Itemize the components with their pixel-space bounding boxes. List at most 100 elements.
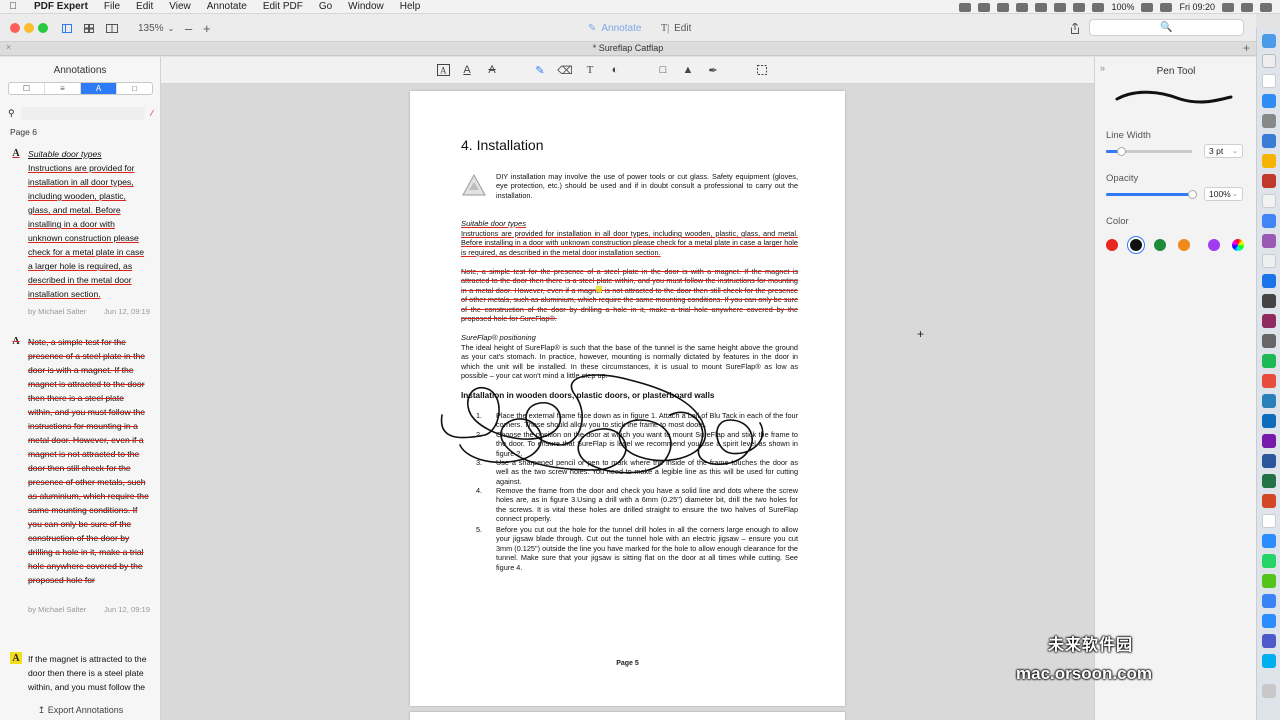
annotations-search-input[interactable] [20, 106, 146, 120]
status-icon[interactable] [959, 2, 972, 12]
tab-document-title[interactable]: * Sureflap Catflap [0, 43, 1256, 53]
line-width-select[interactable]: 3 pt ⌄ [1204, 144, 1243, 158]
stamp-tool-icon[interactable]: ▲ [681, 63, 695, 77]
line-width-slider[interactable] [1106, 147, 1192, 156]
wifi-icon[interactable] [1073, 2, 1086, 12]
slider-knob[interactable] [1117, 147, 1126, 156]
opacity-slider[interactable] [1106, 190, 1197, 199]
color-swatch-orange[interactable] [1178, 239, 1190, 251]
strikeout-tool-icon[interactable]: A [485, 63, 499, 77]
signature-tool-icon[interactable]: ✒ [706, 63, 720, 77]
zoom-window-button[interactable] [38, 23, 48, 33]
select-area-tool-icon[interactable] [755, 63, 769, 77]
onenote-icon[interactable] [1262, 434, 1276, 448]
indesign-icon[interactable] [1262, 314, 1276, 328]
menu-app-name[interactable]: PDF Expert [26, 1, 96, 12]
user-icon[interactable] [1241, 2, 1253, 12]
cloud-icon[interactable] [1035, 2, 1048, 12]
highlight-text-tool-icon[interactable]: A [436, 63, 450, 77]
app-icon[interactable] [1262, 154, 1276, 168]
page-layout-icon[interactable] [106, 20, 118, 36]
app-icon[interactable] [1262, 534, 1276, 548]
annotations-search[interactable]: ⚲ ∕ [8, 106, 153, 120]
app-icon[interactable] [1262, 274, 1276, 288]
menu-view[interactable]: View [161, 1, 199, 12]
trash-icon[interactable] [1262, 684, 1276, 698]
app-icon[interactable] [1262, 334, 1276, 348]
document-viewport[interactable]: 4. Installation DIY installation may inv… [161, 84, 1094, 720]
warning-text[interactable]: DIY installation may involve the use of … [496, 172, 798, 200]
menu-edit[interactable]: Edit [128, 1, 161, 12]
menu-go[interactable]: Go [311, 1, 340, 12]
skype-icon[interactable] [1262, 654, 1276, 668]
color-picker-icon[interactable] [1232, 239, 1244, 251]
zoom-app-icon[interactable] [1262, 614, 1276, 628]
pen-tool-icon[interactable]: ✎ [533, 63, 547, 77]
door-types-title[interactable]: Suitable door types [461, 219, 526, 228]
slider-knob[interactable] [1188, 190, 1197, 199]
thumbnails-grid-icon[interactable] [84, 20, 94, 36]
underline-tool-icon[interactable]: A [460, 63, 474, 77]
annotation-item-highlight[interactable]: A If the magnet is attracted to the door… [10, 652, 150, 698]
menu-window[interactable]: Window [340, 1, 392, 12]
annotation-item-underline[interactable]: A Suitable door types Instructions are p… [10, 147, 150, 317]
annotate-mode-button[interactable]: ✎ Annotate [588, 20, 641, 36]
positioning-title[interactable]: SureFlap® positioning [461, 333, 536, 342]
sidebar-toggle-icon[interactable] [62, 20, 72, 36]
zoom-select[interactable]: 135% ⌄ [138, 20, 178, 36]
door-types-text[interactable]: Instructions are provided for installati… [461, 229, 798, 257]
filter-icon[interactable]: ∕ [151, 108, 153, 118]
app-icon[interactable] [1262, 174, 1276, 188]
pdf-expert-icon[interactable] [1262, 134, 1276, 148]
finder-icon[interactable] [1262, 34, 1276, 48]
battery-icon[interactable] [1141, 2, 1154, 12]
export-annotations-button[interactable]: ↥ Export Annotations [0, 705, 160, 716]
teams-icon[interactable] [1262, 634, 1276, 648]
pdf-page[interactable]: 4. Installation DIY installation may inv… [410, 91, 845, 706]
wechat-icon[interactable] [1262, 574, 1276, 588]
annotation-item-strikeout[interactable]: A Note, a simple test for the presence o… [10, 335, 150, 615]
word-icon[interactable] [1262, 454, 1276, 468]
spotlight-icon[interactable] [1222, 2, 1234, 12]
status-icon[interactable] [1016, 2, 1029, 12]
app-icon[interactable] [1262, 254, 1276, 268]
color-swatch-green[interactable] [1154, 239, 1166, 251]
app-store-icon[interactable] [1262, 94, 1276, 108]
apple-menu-icon[interactable]:  [0, 1, 26, 12]
photos-icon[interactable] [1262, 74, 1276, 88]
color-swatch-black[interactable] [1130, 239, 1142, 251]
color-swatch-purple[interactable] [1208, 239, 1220, 251]
outlook-icon[interactable] [1262, 414, 1276, 428]
spotify-icon[interactable] [1262, 354, 1276, 368]
excel-icon[interactable] [1262, 474, 1276, 488]
opacity-select[interactable]: 100% ⌄ [1204, 187, 1243, 201]
app-icon[interactable] [1262, 594, 1276, 608]
menubar-clock[interactable]: Fri 09:20 [1179, 2, 1215, 12]
pen-ink-annotation[interactable] [430, 374, 780, 485]
pages-tab-icon[interactable]: □ [117, 83, 152, 94]
app-icon[interactable] [1262, 374, 1276, 388]
app-icon[interactable] [1262, 234, 1276, 248]
flag-icon[interactable] [1160, 2, 1173, 12]
note-text-strikeout[interactable]: Note, a simple test for the presence of … [461, 267, 798, 323]
shapes-tool-icon[interactable]: ◐ [608, 63, 622, 77]
search-input[interactable]: 🔍 [1089, 19, 1244, 36]
status-icon[interactable] [997, 2, 1010, 12]
chrome-icon[interactable] [1262, 214, 1276, 228]
battery-percent[interactable]: 100% [1111, 2, 1134, 12]
pdf-page-next[interactable] [410, 712, 845, 720]
whatsapp-icon[interactable] [1262, 554, 1276, 568]
dropbox-icon[interactable] [978, 2, 991, 12]
minimize-window-button[interactable] [24, 23, 34, 33]
edit-mode-button[interactable]: T| Edit [661, 20, 691, 36]
status-icon[interactable] [1054, 2, 1067, 12]
menu-edit-pdf[interactable]: Edit PDF [255, 1, 311, 12]
app-icon[interactable] [1262, 394, 1276, 408]
system-icon[interactable] [1262, 114, 1276, 128]
app-icon[interactable] [1262, 194, 1276, 208]
comment-tool-icon[interactable]: □ [656, 63, 670, 77]
powerpoint-icon[interactable] [1262, 494, 1276, 508]
close-window-button[interactable] [10, 23, 20, 33]
volume-icon[interactable] [1092, 2, 1105, 12]
menu-annotate[interactable]: Annotate [199, 1, 255, 12]
